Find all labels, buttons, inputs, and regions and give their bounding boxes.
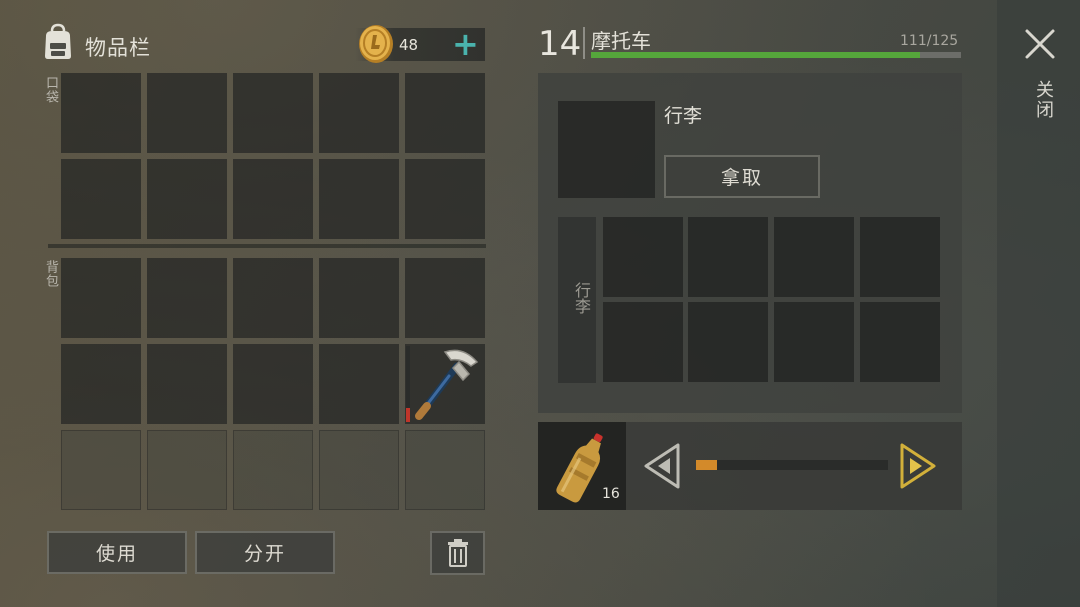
section-divider — [48, 244, 486, 248]
durability-fill — [591, 52, 920, 58]
split-button[interactable]: 分开 — [195, 531, 335, 574]
durability-text: 111/125 — [900, 33, 959, 49]
backpack-slot[interactable] — [233, 258, 313, 338]
add-coins-button[interactable]: + — [452, 27, 479, 61]
take-button[interactable]: 拿取 — [664, 155, 820, 198]
pickaxe-icon — [415, 349, 479, 420]
pocket-slot[interactable] — [61, 159, 141, 239]
fuel-count: 16 — [602, 486, 620, 502]
backpack-label: 背包 — [43, 260, 58, 288]
cargo-slot[interactable] — [688, 302, 768, 382]
pocket-slot[interactable] — [147, 159, 227, 239]
increase-arrow-icon[interactable] — [898, 443, 940, 489]
close-button[interactable]: 关闭 — [1030, 80, 1056, 120]
cargo-slot[interactable] — [603, 217, 683, 297]
backpack-slot[interactable] — [61, 344, 141, 424]
pocket-slot[interactable] — [147, 73, 227, 153]
backpack-icon — [45, 23, 71, 59]
delete-button[interactable] — [430, 531, 485, 575]
backpack-slot[interactable] — [319, 258, 399, 338]
cargo-slot[interactable] — [774, 217, 854, 297]
cargo-slot[interactable] — [860, 217, 940, 297]
backpack-slot[interactable] — [405, 344, 485, 424]
cargo-slot[interactable] — [774, 302, 854, 382]
cargo-side-label: 行李 — [572, 282, 591, 314]
locked-slot — [61, 430, 141, 510]
locked-slot — [405, 430, 485, 510]
backpack-slot[interactable] — [233, 344, 313, 424]
backpack-slot[interactable] — [147, 344, 227, 424]
pocket-slot[interactable] — [319, 73, 399, 153]
fuel-amount-fill[interactable] — [696, 460, 718, 470]
pocket-label: 口袋 — [43, 76, 58, 104]
fuel-amount-slider[interactable] — [696, 460, 888, 470]
level-separator — [583, 27, 585, 59]
cargo-name: 行李 — [664, 105, 703, 127]
backpack-slot[interactable] — [147, 258, 227, 338]
pocket-slot[interactable] — [61, 73, 141, 153]
pocket-slot[interactable] — [405, 73, 485, 153]
vehicle-name: 摩托车 — [591, 29, 651, 53]
durability-mini-bar — [406, 346, 410, 422]
use-button[interactable]: 使用 — [47, 531, 187, 574]
decrease-arrow-icon[interactable] — [640, 443, 682, 489]
pocket-slot[interactable] — [233, 159, 313, 239]
backpack-slot[interactable] — [319, 344, 399, 424]
locked-slot — [319, 430, 399, 510]
cargo-slot[interactable] — [860, 302, 940, 382]
pocket-slot[interactable] — [319, 159, 399, 239]
close-icon[interactable] — [1024, 28, 1056, 60]
pocket-slot[interactable] — [233, 73, 313, 153]
coin-icon — [359, 25, 393, 63]
backpack-slot[interactable] — [61, 258, 141, 338]
vehicle-level: 14 — [538, 24, 582, 64]
locked-slot — [233, 430, 313, 510]
inventory-title: 物品栏 — [85, 36, 151, 60]
trash-icon — [447, 539, 468, 567]
cargo-thumbnail — [558, 101, 655, 198]
cargo-slot[interactable] — [603, 302, 683, 382]
coin-count: 48 — [399, 36, 419, 54]
cargo-slot[interactable] — [688, 217, 768, 297]
pocket-slot[interactable] — [405, 159, 485, 239]
locked-slot — [147, 430, 227, 510]
backpack-slot[interactable] — [405, 258, 485, 338]
